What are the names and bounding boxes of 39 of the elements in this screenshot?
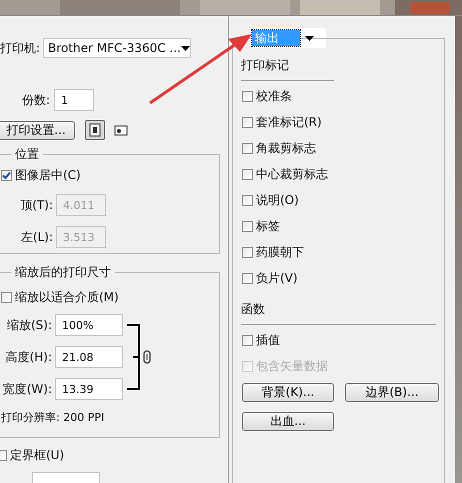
- check-icon: [2, 171, 11, 180]
- print-settings-button[interactable]: 打印设置...: [0, 120, 75, 140]
- checkbox[interactable]: 负片(V): [242, 270, 444, 287]
- input-field[interactable]: 21.08: [55, 346, 123, 368]
- section-title: 函数: [241, 301, 266, 318]
- portrait-icon[interactable]: [85, 120, 105, 140]
- group-title: 位置: [14, 146, 40, 163]
- action-button[interactable]: 边界(B)...: [345, 383, 439, 402]
- resolution-text: 打印分辨率: 200 PPI: [1, 410, 106, 425]
- checkbox[interactable]: 校准条: [242, 88, 444, 105]
- checkbox[interactable]: 中心裁剪标志: [242, 166, 444, 183]
- checkbox[interactable]: 药膜朝下: [242, 244, 444, 261]
- group-title: 缩放后的打印尺寸: [14, 264, 112, 281]
- field-label: 宽度(W):: [2, 380, 53, 398]
- checkbox[interactable]: 标签: [242, 218, 444, 235]
- action-button[interactable]: 出血...: [242, 412, 334, 431]
- checkbox[interactable]: 缩放以适合介质(M): [1, 289, 219, 306]
- checkbox[interactable]: 图像居中(C): [1, 167, 219, 184]
- section-title: 打印标记: [241, 57, 290, 74]
- field-label: 缩放(S):: [6, 316, 53, 334]
- checkbox[interactable]: 说明(O): [242, 192, 444, 209]
- checkbox[interactable]: 定界框(U): [0, 447, 228, 464]
- field-label: 左(L):: [20, 228, 54, 246]
- action-button[interactable]: 背景(K)...: [242, 383, 334, 402]
- field-label: 高度(H):: [4, 348, 53, 366]
- checkbox[interactable]: 角裁剪标志: [242, 140, 444, 157]
- copies-field[interactable]: 1: [54, 89, 94, 111]
- checkbox[interactable]: 套准标记(R): [242, 114, 444, 131]
- copies-label: 份数:: [22, 92, 50, 108]
- input-field[interactable]: 100%: [55, 314, 123, 336]
- printer-label: 打印机:: [0, 40, 40, 56]
- link-bracket: [127, 323, 141, 391]
- printer-dropdown[interactable]: Brother MFC-3360C ...: [43, 38, 192, 58]
- checkbox[interactable]: 插值: [242, 332, 444, 349]
- field-label: 顶(T):: [19, 196, 54, 214]
- caret-icon: [180, 46, 190, 50]
- chain-link-icon[interactable]: [143, 350, 151, 364]
- caret-icon: [305, 36, 314, 40]
- input-field[interactable]: 13.39: [55, 378, 123, 400]
